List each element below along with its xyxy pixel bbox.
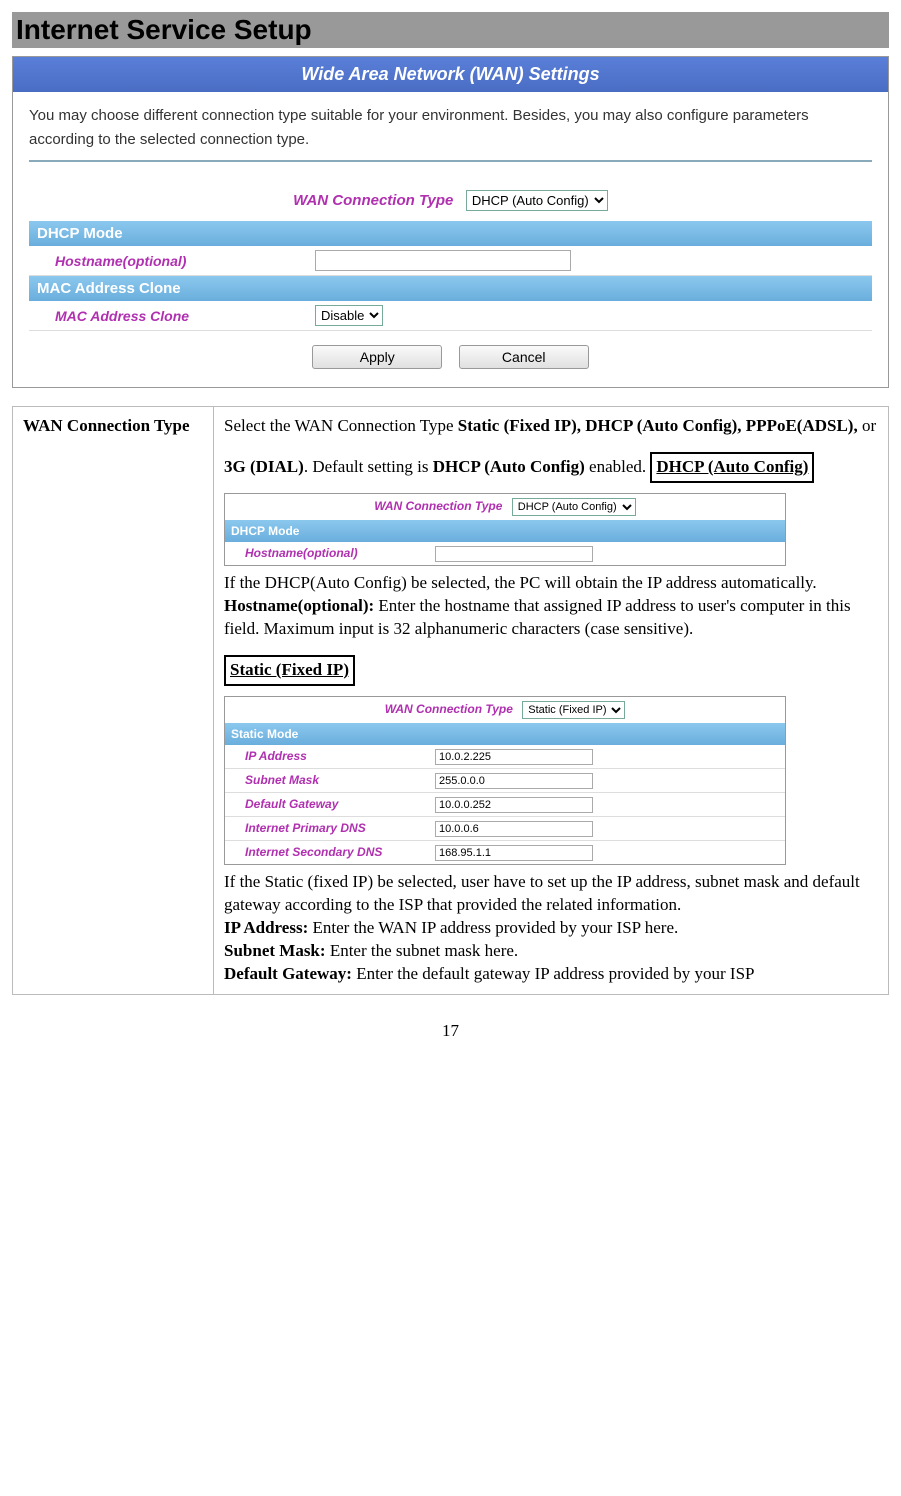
mac-clone-select[interactable]: Disable (315, 305, 383, 326)
cancel-button[interactable]: Cancel (459, 345, 589, 369)
mini-static-ip-label: IP Address (231, 748, 435, 764)
mini-dhcp-wan-label: WAN Connection Type (374, 499, 502, 513)
mini-static-ip-input[interactable] (435, 749, 593, 765)
desc-body: Select the WAN Connection Type Static (F… (214, 407, 889, 995)
wan-settings-panel: Wide Area Network (WAN) Settings You may… (12, 56, 889, 388)
title-bar: Internet Service Setup (12, 12, 889, 48)
mac-clone-header: MAC Address Clone (29, 276, 872, 301)
mini-static-gateway-label: Default Gateway (231, 796, 435, 812)
mini-dhcp-header: DHCP Mode (225, 520, 785, 542)
page-number: 17 (12, 1021, 889, 1041)
desc-label: WAN Connection Type (13, 407, 214, 995)
mac-clone-label: MAC Address Clone (37, 308, 315, 324)
mini-static-wan-label: WAN Connection Type (385, 702, 513, 716)
mini-static-subnet-input[interactable] (435, 773, 593, 789)
apply-button[interactable]: Apply (312, 345, 442, 369)
hostname-input[interactable] (315, 250, 571, 271)
divider (29, 160, 872, 162)
mini-dhcp-panel: WAN Connection Type DHCP (Auto Config) D… (224, 493, 786, 566)
page-title: Internet Service Setup (12, 12, 889, 48)
dhcp-description: If the DHCP(Auto Config) be selected, th… (224, 572, 878, 595)
mini-static-dns2-input[interactable] (435, 845, 593, 861)
mini-static-wan-select[interactable]: Static (Fixed IP) (522, 701, 625, 719)
mini-static-gateway-input[interactable] (435, 797, 593, 813)
dhcp-mode-header: DHCP Mode (29, 221, 872, 246)
wan-connection-type-select[interactable]: DHCP (Auto Config) (466, 190, 608, 211)
description-table: WAN Connection Type Select the WAN Conne… (12, 406, 889, 995)
static-description: If the Static (fixed IP) be selected, us… (224, 871, 878, 917)
mini-static-dns1-input[interactable] (435, 821, 593, 837)
hostname-label: Hostname(optional) (37, 253, 315, 269)
mini-dhcp-wan-select[interactable]: DHCP (Auto Config) (512, 498, 636, 516)
wan-connection-type-label: WAN Connection Type (293, 192, 453, 209)
mini-dhcp-hostname-input[interactable] (435, 546, 593, 562)
mini-static-panel: WAN Connection Type Static (Fixed IP) St… (224, 696, 786, 865)
mini-static-dns1-label: Internet Primary DNS (231, 820, 435, 836)
mini-static-dns2-label: Internet Secondary DNS (231, 844, 435, 860)
mini-dhcp-hostname-label: Hostname(optional) (231, 545, 435, 561)
dhcp-subheading: DHCP (Auto Config) (650, 452, 814, 483)
panel-intro: You may choose different connection type… (29, 104, 872, 152)
panel-header: Wide Area Network (WAN) Settings (13, 57, 888, 92)
mini-static-header: Static Mode (225, 723, 785, 745)
static-subheading: Static (Fixed IP) (224, 655, 355, 686)
mini-static-subnet-label: Subnet Mask (231, 772, 435, 788)
